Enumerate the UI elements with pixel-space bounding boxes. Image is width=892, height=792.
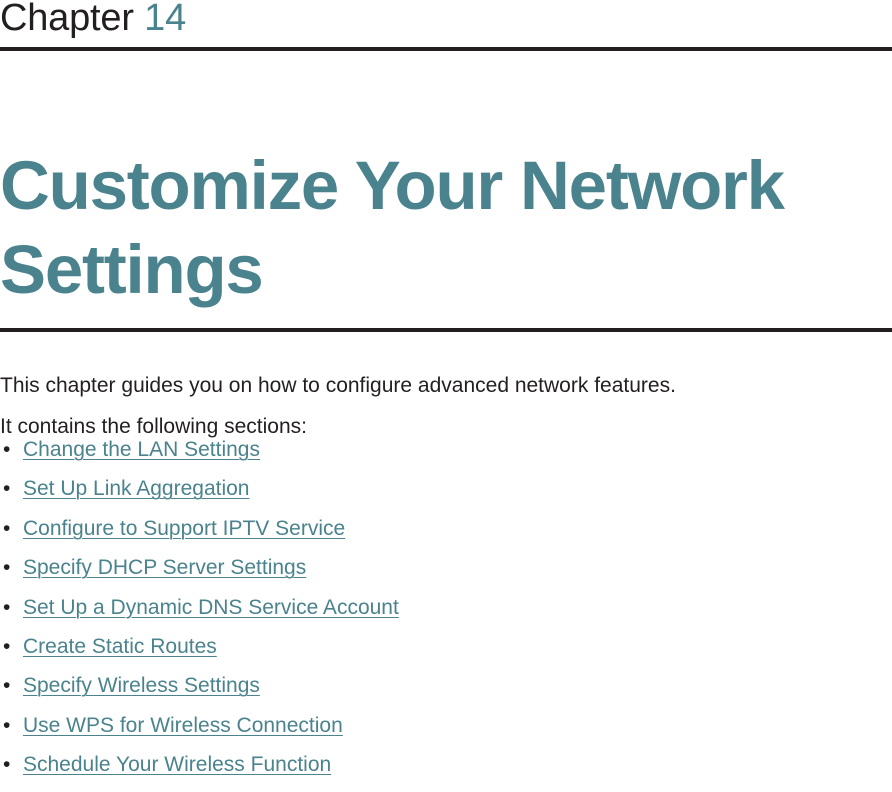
document-page: Chapter 14 Customize Your Network Settin… (0, 0, 892, 776)
section-link-change-the-lan-settings[interactable]: Change the LAN Settings (23, 438, 260, 461)
list-item: • Specify Wireless Settings (0, 673, 860, 712)
divider-top (0, 47, 892, 51)
list-item: • Set Up a Dynamic DNS Service Account (0, 595, 860, 634)
page-title: Customize Your Network Settings (0, 147, 785, 309)
chapter-eyebrow: Chapter 14 (0, 0, 892, 41)
intro-paragraph-1: This chapter guides you on how to config… (0, 374, 676, 397)
list-item: • Use WPS for Wireless Connection (0, 713, 860, 752)
divider-bottom (0, 328, 892, 332)
section-link-list: • Change the LAN Settings • Set Up Link … (0, 437, 860, 792)
section-link-schedule-your-wireless-function[interactable]: Schedule Your Wireless Function (23, 753, 331, 776)
list-item: • Configure to Support IPTV Service (0, 516, 860, 555)
section-link-use-wps-for-wireless-connection[interactable]: Use WPS for Wireless Connection (23, 714, 343, 737)
chapter-number: 14 (144, 0, 187, 39)
section-link-configure-to-support-iptv-service[interactable]: Configure to Support IPTV Service (23, 517, 345, 540)
bullet-icon: • (3, 634, 11, 658)
bullet-icon: • (3, 753, 11, 777)
bullet-icon: • (3, 595, 11, 619)
list-item: • Set Up Link Aggregation (0, 476, 860, 515)
list-item: • Specify DHCP Server Settings (0, 555, 860, 594)
chapter-label: Chapter (0, 0, 134, 39)
bullet-icon: • (3, 556, 11, 580)
bullet-icon: • (3, 713, 11, 737)
bullet-icon: • (3, 674, 11, 698)
section-link-specify-dhcp-server-settings[interactable]: Specify DHCP Server Settings (23, 556, 306, 579)
bullet-icon: • (3, 477, 11, 501)
section-link-create-static-routes[interactable]: Create Static Routes (23, 635, 217, 658)
section-link-set-up-a-dynamic-dns-service-account[interactable]: Set Up a Dynamic DNS Service Account (23, 596, 399, 619)
bullet-icon: • (3, 438, 11, 461)
list-item: • Create Static Routes (0, 634, 860, 673)
section-link-specify-wireless-settings[interactable]: Specify Wireless Settings (23, 674, 260, 697)
list-item: • Schedule Your Wireless Function (0, 752, 860, 791)
section-link-set-up-link-aggregation[interactable]: Set Up Link Aggregation (23, 477, 250, 500)
bullet-icon: • (3, 516, 11, 540)
list-item: • Change the LAN Settings (0, 437, 860, 476)
